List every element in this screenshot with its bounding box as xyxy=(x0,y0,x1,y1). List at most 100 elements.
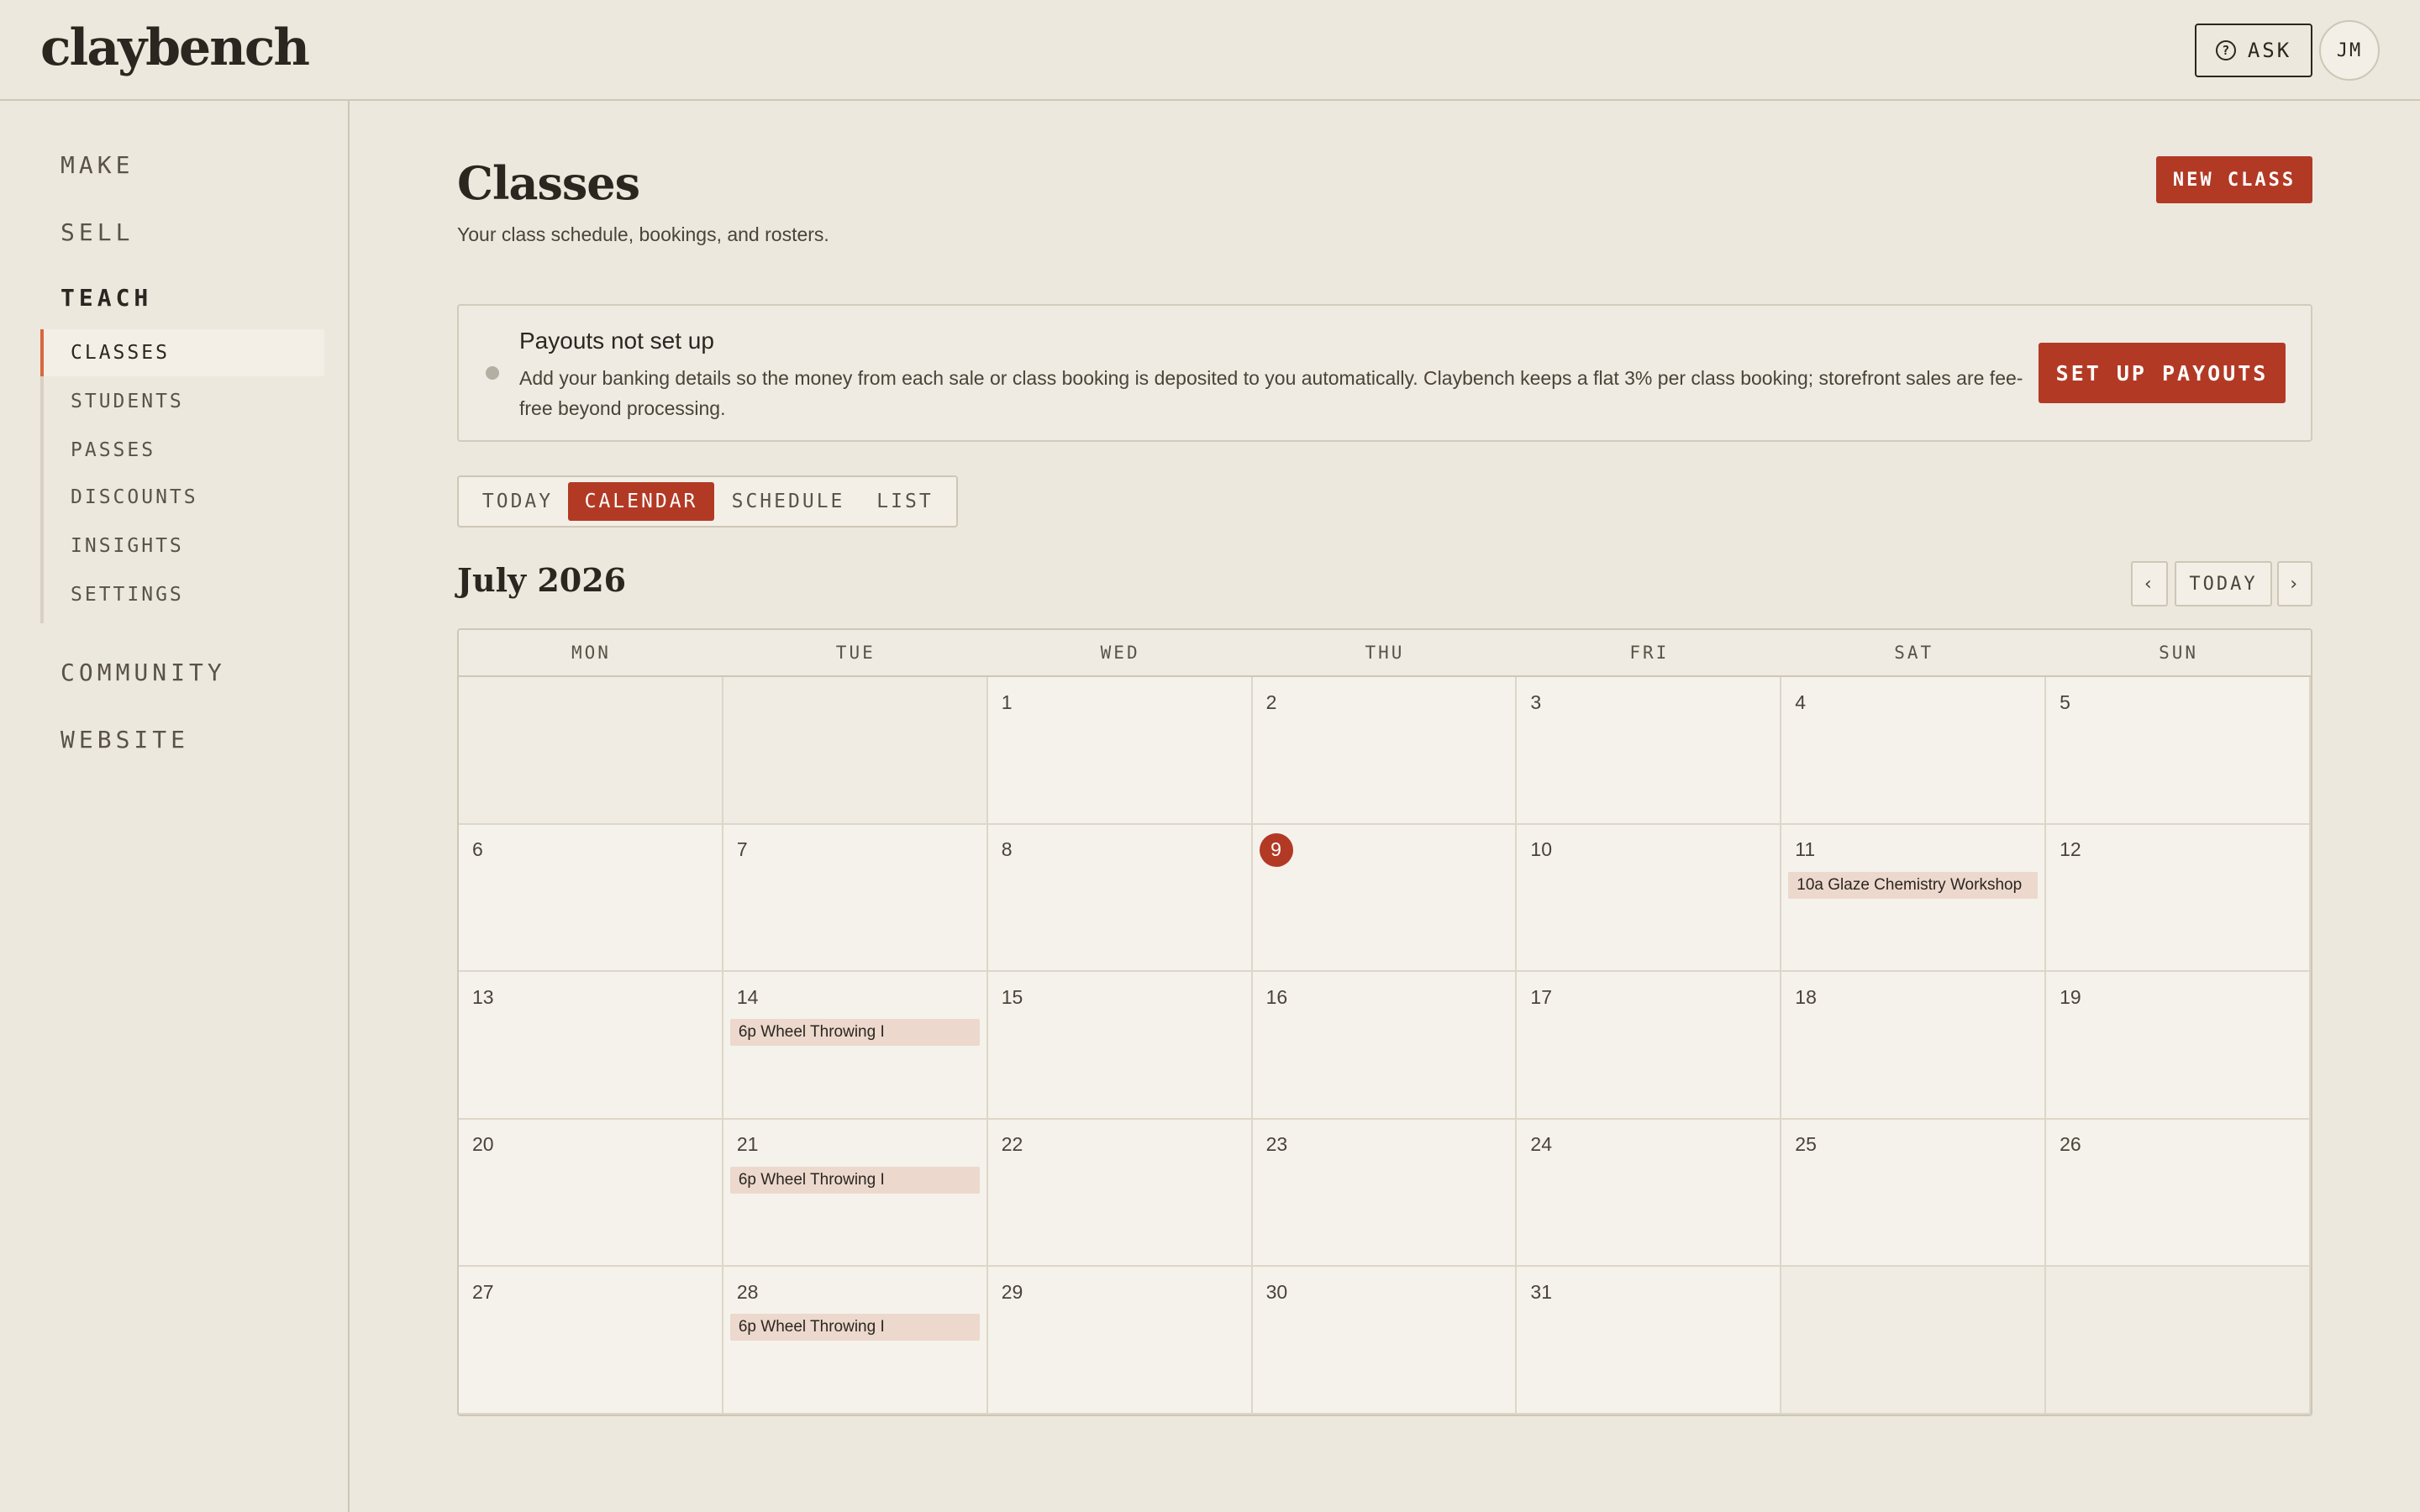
calendar-event[interactable]: 6p Wheel Throwing I xyxy=(729,1019,980,1047)
day-number: 28 xyxy=(736,1280,759,1303)
day-number: 16 xyxy=(1265,985,1288,1008)
new-class-button[interactable]: NEW CLASS xyxy=(2156,156,2312,203)
day-number: 19 xyxy=(2060,985,2081,1008)
calendar-day-9[interactable]: 9 xyxy=(1252,824,1518,973)
nav-section-make[interactable]: MAKE xyxy=(60,151,134,179)
tab-today[interactable]: TODAY xyxy=(466,482,570,521)
calendar-day-15[interactable]: 15 xyxy=(987,972,1253,1120)
day-number: 15 xyxy=(1001,985,1023,1008)
sidebar-item-discounts[interactable]: DISCOUNTS xyxy=(44,474,324,521)
weekday-label: SUN xyxy=(2159,643,2199,663)
today-button[interactable]: TODAY xyxy=(2175,561,2272,606)
calendar-day-21[interactable]: 21 6p Wheel Throwing I xyxy=(723,1119,988,1268)
day-number: 23 xyxy=(1265,1133,1288,1156)
ask-button[interactable]: ? ASK xyxy=(2195,24,2312,77)
sidebar-item-settings[interactable]: SETTINGS xyxy=(44,571,324,618)
weekday-label: TUE xyxy=(835,643,876,663)
nav-section-sell[interactable]: SELL xyxy=(60,218,134,246)
calendar-day-17[interactable]: 17 xyxy=(1517,972,1782,1120)
day-number: 5 xyxy=(2060,690,2070,713)
calendar-day-18[interactable]: 18 xyxy=(1781,972,2047,1120)
calendar-day-6[interactable]: 6 xyxy=(459,824,723,973)
set-up-payouts-button[interactable]: SET UP PAYOUTS xyxy=(2039,343,2286,403)
sidebar-item-classes[interactable]: CLASSES xyxy=(40,329,324,376)
payout-body: Add your banking details so the money fr… xyxy=(519,367,2023,419)
tab-calendar[interactable]: CALENDAR xyxy=(568,482,714,521)
calendar-day-8[interactable]: 8 xyxy=(987,824,1253,973)
calendar-day-empty xyxy=(723,677,988,825)
calendar-day-3[interactable]: 3 xyxy=(1517,677,1782,825)
calendar-day-empty xyxy=(459,677,723,825)
avatar[interactable]: JM xyxy=(2319,20,2380,81)
tab-list[interactable]: LIST xyxy=(859,482,951,521)
payout-banner: Payouts not set up Add your banking deta… xyxy=(457,304,2312,442)
tab-schedule[interactable]: SCHEDULE xyxy=(721,482,855,521)
calendar-day-24[interactable]: 24 xyxy=(1517,1119,1782,1268)
page-subtitle: Your class schedule, bookings, and roste… xyxy=(457,223,829,245)
calendar-day-30[interactable]: 30 xyxy=(1252,1267,1518,1415)
day-number: 8 xyxy=(1001,838,1013,861)
calendar-day-20[interactable]: 20 xyxy=(459,1119,723,1268)
prev-month-button[interactable]: ‹ xyxy=(2131,561,2168,606)
day-number: 22 xyxy=(1001,1133,1023,1156)
day-number: 31 xyxy=(1530,1280,1553,1303)
app-logo[interactable]: claybench xyxy=(40,18,310,77)
calendar-day-empty xyxy=(1781,1267,2047,1415)
sidebar: MAKE SELL TEACH CLASSES STUDENTS PASSES … xyxy=(0,101,350,1512)
weekday-label: WED xyxy=(1100,643,1140,663)
day-number: 27 xyxy=(472,1280,494,1303)
status-dot-icon xyxy=(486,366,499,380)
calendar-event[interactable]: 6p Wheel Throwing I xyxy=(729,1166,980,1194)
day-number: 7 xyxy=(736,838,748,861)
day-number: 2 xyxy=(1265,690,1277,713)
calendar-day-1[interactable]: 1 xyxy=(987,677,1253,825)
day-number: 24 xyxy=(1530,1133,1553,1156)
day-number: 18 xyxy=(1795,985,1817,1008)
calendar-day-13[interactable]: 13 xyxy=(459,972,723,1120)
day-number: 14 xyxy=(736,985,759,1008)
calendar-day-2[interactable]: 2 xyxy=(1252,677,1518,825)
nav-section-community[interactable]: COMMUNITY xyxy=(60,659,226,686)
calendar-event[interactable]: 6p Wheel Throwing I xyxy=(729,1314,980,1341)
calendar-day-27[interactable]: 27 xyxy=(459,1267,723,1415)
calendar-day-23[interactable]: 23 xyxy=(1252,1119,1518,1268)
nav-section-teach[interactable]: TEACH xyxy=(60,284,152,312)
day-number: 13 xyxy=(472,985,494,1008)
calendar-day-22[interactable]: 22 xyxy=(987,1119,1253,1268)
day-number: 29 xyxy=(1001,1280,1023,1303)
calendar-event[interactable]: 10a Glaze Chemistry Workshop xyxy=(1788,871,2039,899)
calendar-day-11[interactable]: 11 10a Glaze Chemistry Workshop xyxy=(1781,824,2047,973)
day-number: 20 xyxy=(472,1133,494,1156)
next-month-button[interactable]: › xyxy=(2277,561,2312,606)
calendar-day-12[interactable]: 12 xyxy=(2046,824,2311,973)
day-number: 10 xyxy=(1530,838,1553,861)
sidebar-item-insights[interactable]: INSIGHTS xyxy=(44,522,324,570)
calendar-day-4[interactable]: 4 xyxy=(1781,677,2047,825)
calendar-day-19[interactable]: 19 xyxy=(2046,972,2311,1120)
weekday-label: MON xyxy=(571,643,611,663)
sidebar-item-passes[interactable]: PASSES xyxy=(44,427,324,474)
day-number: 30 xyxy=(1265,1280,1288,1303)
sidebar-item-students[interactable]: STUDENTS xyxy=(44,378,324,425)
calendar-day-25[interactable]: 25 xyxy=(1781,1119,2047,1268)
month-title: July 2026 xyxy=(457,561,627,599)
calendar-day-26[interactable]: 26 xyxy=(2046,1119,2311,1268)
calendar-day-10[interactable]: 10 xyxy=(1517,824,1782,973)
day-number: 1 xyxy=(1001,690,1013,713)
chevron-left-icon: ‹ xyxy=(2142,573,2157,595)
day-number: 11 xyxy=(1795,838,1816,861)
view-tabs: TODAY CALENDAR SCHEDULE LIST xyxy=(457,475,958,528)
weekday-label: FRI xyxy=(1629,643,1670,663)
calendar-day-16[interactable]: 16 xyxy=(1252,972,1518,1120)
ask-label: ASK xyxy=(2247,39,2292,62)
calendar-day-14[interactable]: 14 6p Wheel Throwing I xyxy=(723,972,988,1120)
calendar-day-7[interactable]: 7 xyxy=(723,824,988,973)
calendar-day-28[interactable]: 28 6p Wheel Throwing I xyxy=(723,1267,988,1415)
calendar-day-31[interactable]: 31 xyxy=(1517,1267,1782,1415)
weekday-header-row: MON TUE WED THU FRI SAT SUN xyxy=(459,630,2311,677)
calendar-day-empty xyxy=(2046,1267,2311,1415)
page-title: Classes xyxy=(457,156,640,210)
calendar-day-29[interactable]: 29 xyxy=(987,1267,1253,1415)
nav-section-website[interactable]: WEBSITE xyxy=(60,726,189,753)
calendar-day-5[interactable]: 5 xyxy=(2046,677,2311,825)
